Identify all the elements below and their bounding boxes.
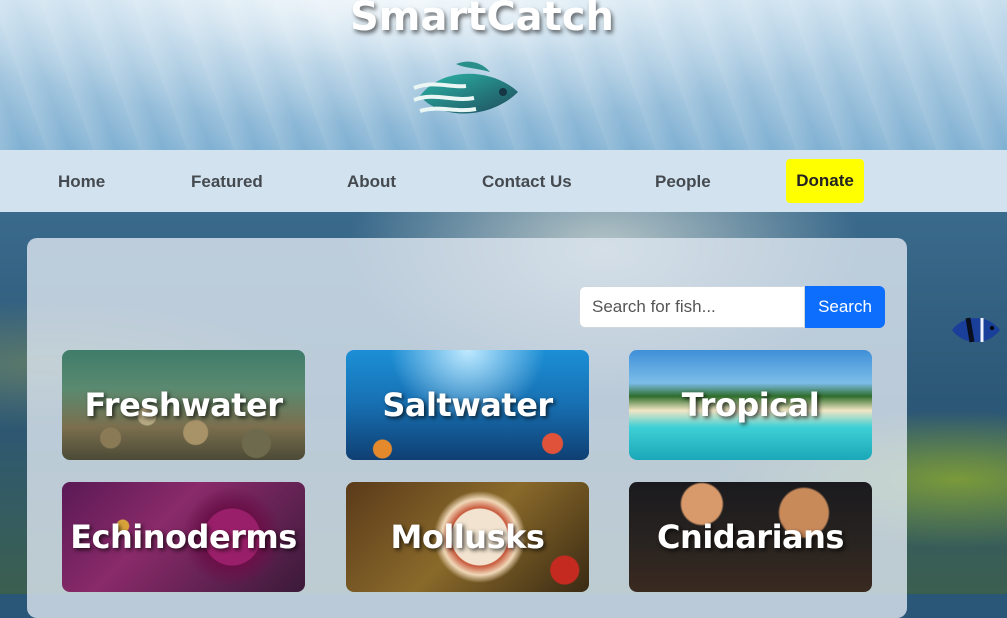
category-label: Saltwater [382, 386, 553, 424]
category-card-tropical[interactable]: Tropical [629, 350, 872, 460]
category-label: Cnidarians [657, 518, 844, 556]
search-input[interactable] [579, 286, 805, 328]
tropical-fish-icon [952, 317, 1000, 343]
nav-people[interactable]: People [655, 172, 711, 192]
nav-home[interactable]: Home [58, 172, 105, 192]
category-label: Freshwater [84, 386, 283, 424]
category-card-cnidarians[interactable]: Cnidarians [629, 482, 872, 592]
category-label: Tropical [681, 386, 820, 424]
nav-featured[interactable]: Featured [191, 172, 263, 192]
header-banner: SmartCatch [0, 0, 1007, 150]
nav-about[interactable]: About [347, 172, 396, 192]
category-label: Mollusks [390, 518, 545, 556]
nav-contact-us[interactable]: Contact Us [482, 172, 572, 192]
category-card-mollusks[interactable]: Mollusks [346, 482, 589, 592]
site-title: SmartCatch [350, 0, 614, 40]
donate-button[interactable]: Donate [786, 159, 864, 203]
category-card-freshwater[interactable]: Freshwater [62, 350, 305, 460]
main-nav: Home Featured About Contact Us People Do… [0, 150, 1007, 212]
category-label: Echinoderms [70, 518, 297, 556]
category-card-saltwater[interactable]: Saltwater [346, 350, 589, 460]
category-card-echinoderms[interactable]: Echinoderms [62, 482, 305, 592]
fish-logo-icon [413, 61, 518, 114]
search-button[interactable]: Search [805, 286, 885, 328]
